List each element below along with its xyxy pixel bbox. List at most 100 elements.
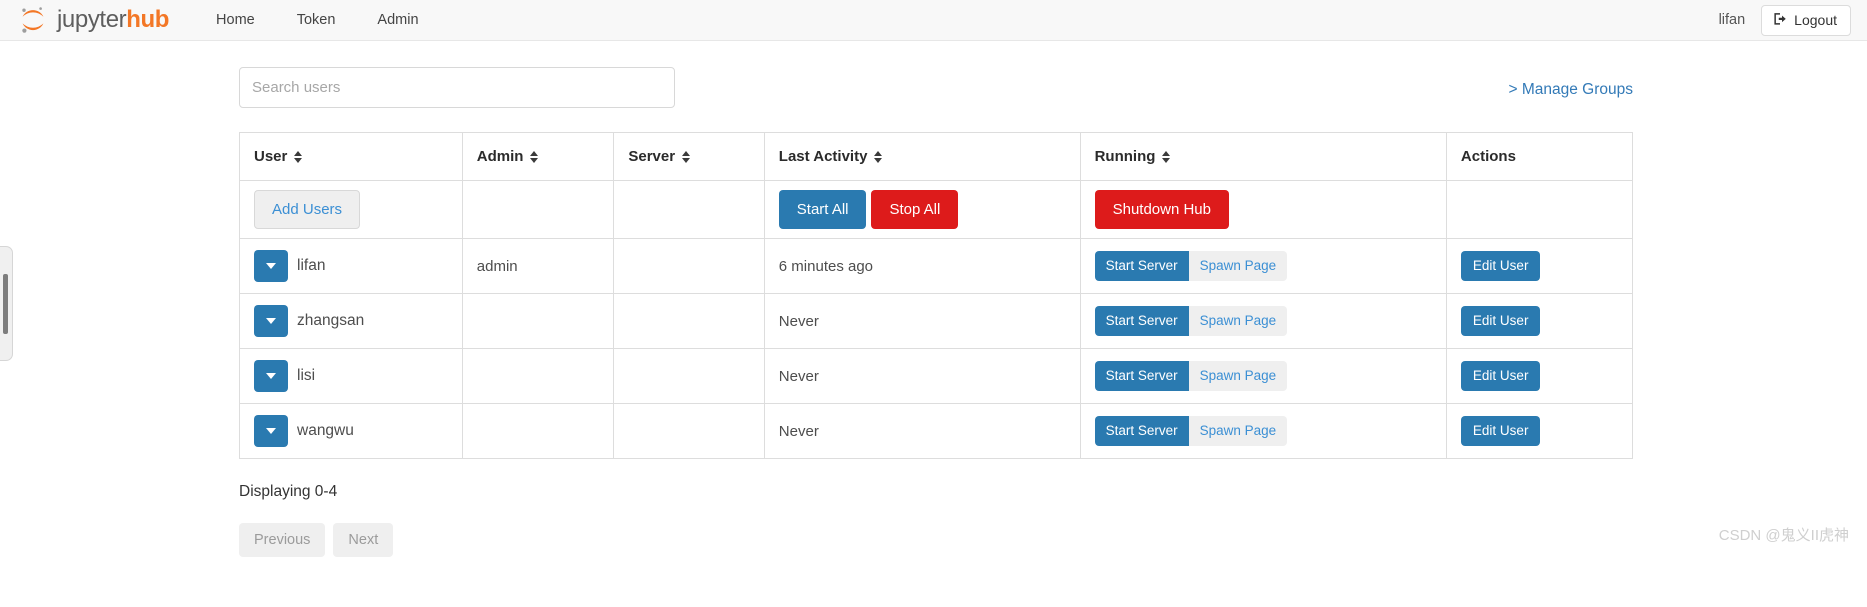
- cell-user: wangwu: [239, 403, 463, 459]
- cell-server: [613, 293, 765, 349]
- displaying-count: Displaying 0-4: [239, 483, 338, 500]
- brand-text: jupyterhub: [57, 8, 169, 32]
- manage-groups-link[interactable]: > Manage Groups: [1508, 81, 1633, 99]
- logout-icon: [1773, 12, 1787, 29]
- cell-last-activity: Never: [763, 348, 1081, 404]
- watermark-text: CSDN @鬼义II虎神: [1718, 527, 1849, 544]
- users-table: User Admin Server Last Activity Running …: [239, 132, 1634, 459]
- user-name: lifan: [297, 257, 326, 274]
- cell-actions: Edit User: [1445, 348, 1634, 404]
- left-edge-drawer-handle[interactable]: [0, 246, 13, 361]
- sort-arrows-icon: [294, 150, 303, 164]
- bulk-cell-actions: [1445, 180, 1634, 239]
- sort-arrows-icon: [682, 150, 691, 164]
- nav-link-admin[interactable]: Admin: [356, 0, 439, 40]
- cell-server: [613, 348, 765, 404]
- column-label-admin: Admin: [476, 148, 524, 165]
- drawer-grip-icon: [3, 273, 8, 334]
- cell-user: zhangsan: [239, 293, 463, 349]
- user-dropdown-toggle[interactable]: [254, 415, 288, 447]
- bulk-cell-shutdown: Shutdown Hub: [1079, 180, 1447, 239]
- cell-actions: Edit User: [1445, 403, 1634, 459]
- spawn-page-button[interactable]: Spawn Page: [1188, 306, 1288, 336]
- sort-arrows-icon: [874, 150, 883, 164]
- top-navbar: jupyterhub Home Token Admin lifan Logout: [0, 0, 1867, 41]
- previous-page-button[interactable]: Previous: [239, 523, 326, 557]
- edit-user-button[interactable]: Edit User: [1460, 306, 1541, 336]
- spawn-page-button[interactable]: Spawn Page: [1188, 251, 1288, 281]
- cell-actions: Edit User: [1445, 293, 1634, 349]
- bulk-actions-row: Add Users Start All Stop All Shutdown Hu…: [239, 180, 1634, 239]
- shutdown-hub-button[interactable]: Shutdown Hub: [1094, 190, 1229, 229]
- cell-running: Start Server Spawn Page: [1079, 348, 1447, 404]
- cell-admin: [461, 293, 615, 349]
- table-row: wangwu Never Start Server Spawn Page Edi…: [239, 403, 1634, 459]
- user-name: wangwu: [297, 422, 354, 439]
- column-header-server[interactable]: Server: [613, 132, 765, 181]
- column-label-last-activity: Last Activity: [778, 148, 868, 165]
- brand-text-hub: hub: [126, 6, 170, 33]
- start-server-button[interactable]: Start Server: [1094, 251, 1189, 281]
- nav-link-token[interactable]: Token: [276, 0, 357, 40]
- start-server-button[interactable]: Start Server: [1094, 306, 1189, 336]
- page-body: > Manage Groups User Admin: [0, 41, 1867, 557]
- table-row: zhangsan Never Start Server Spawn Page E…: [239, 293, 1634, 349]
- user-name: lisi: [297, 367, 316, 384]
- bulk-cell-admin: [461, 180, 615, 239]
- table-row: lifan admin 6 minutes ago Start Server S…: [239, 238, 1634, 294]
- start-server-button[interactable]: Start Server: [1094, 361, 1189, 391]
- nav-link-home[interactable]: Home: [195, 0, 276, 40]
- user-dropdown-toggle[interactable]: [254, 305, 288, 337]
- table-header-row: User Admin Server Last Activity Running …: [239, 132, 1634, 181]
- edit-user-button[interactable]: Edit User: [1460, 416, 1541, 446]
- admin-toolbar: > Manage Groups: [239, 67, 1633, 108]
- brand-text-jupyter: jupyter: [57, 6, 127, 33]
- cell-running: Start Server Spawn Page: [1079, 293, 1447, 349]
- logout-button[interactable]: Logout: [1761, 4, 1851, 36]
- start-server-button[interactable]: Start Server: [1094, 416, 1189, 446]
- cell-actions: Edit User: [1445, 238, 1634, 294]
- jupyterhub-brand[interactable]: jupyterhub: [18, 5, 169, 35]
- next-page-button[interactable]: Next: [333, 523, 394, 557]
- user-dropdown-toggle[interactable]: [254, 250, 288, 282]
- chevron-down-icon: [266, 373, 276, 379]
- chevron-down-icon: [266, 318, 276, 324]
- cell-admin: admin: [461, 238, 615, 294]
- edit-user-button[interactable]: Edit User: [1460, 361, 1541, 391]
- table-row: lisi Never Start Server Spawn Page Edit …: [239, 348, 1634, 404]
- cell-last-activity: 6 minutes ago: [763, 238, 1081, 294]
- chevron-down-icon: [266, 428, 276, 434]
- cell-running: Start Server Spawn Page: [1079, 403, 1447, 459]
- column-header-actions: Actions: [1445, 132, 1634, 181]
- users-table-head: User Admin Server Last Activity Running …: [239, 132, 1634, 181]
- edit-user-button[interactable]: Edit User: [1460, 251, 1541, 281]
- user-dropdown-toggle[interactable]: [254, 360, 288, 392]
- jupyter-logo-icon: [18, 5, 48, 35]
- column-label-actions: Actions: [1460, 148, 1516, 165]
- bulk-cell-add-users: Add Users: [239, 180, 463, 239]
- stop-all-button[interactable]: Stop All: [871, 190, 959, 229]
- column-label-server: Server: [628, 148, 676, 165]
- column-header-last-activity[interactable]: Last Activity: [763, 132, 1081, 181]
- cell-admin: [461, 403, 615, 459]
- chevron-down-icon: [266, 263, 276, 269]
- column-header-running[interactable]: Running: [1079, 132, 1447, 181]
- navbar-right-group: lifan Logout: [1718, 4, 1851, 36]
- cell-last-activity: Never: [763, 403, 1081, 459]
- cell-server: [613, 403, 765, 459]
- spawn-page-button[interactable]: Spawn Page: [1188, 416, 1288, 446]
- bulk-cell-server: [613, 180, 765, 239]
- cell-admin: [461, 348, 615, 404]
- users-table-body: Add Users Start All Stop All Shutdown Hu…: [239, 180, 1634, 459]
- column-header-user[interactable]: User: [239, 132, 463, 181]
- column-header-admin[interactable]: Admin: [461, 132, 615, 181]
- search-users-input[interactable]: [239, 67, 675, 108]
- admin-content: > Manage Groups User Admin: [239, 41, 1634, 557]
- cell-server: [613, 238, 765, 294]
- primary-nav: Home Token Admin: [195, 0, 440, 40]
- sort-arrows-icon: [530, 150, 539, 164]
- add-users-button[interactable]: Add Users: [254, 190, 361, 229]
- start-all-button[interactable]: Start All: [778, 190, 867, 229]
- spawn-page-button[interactable]: Spawn Page: [1188, 361, 1288, 391]
- current-username: lifan: [1718, 12, 1746, 28]
